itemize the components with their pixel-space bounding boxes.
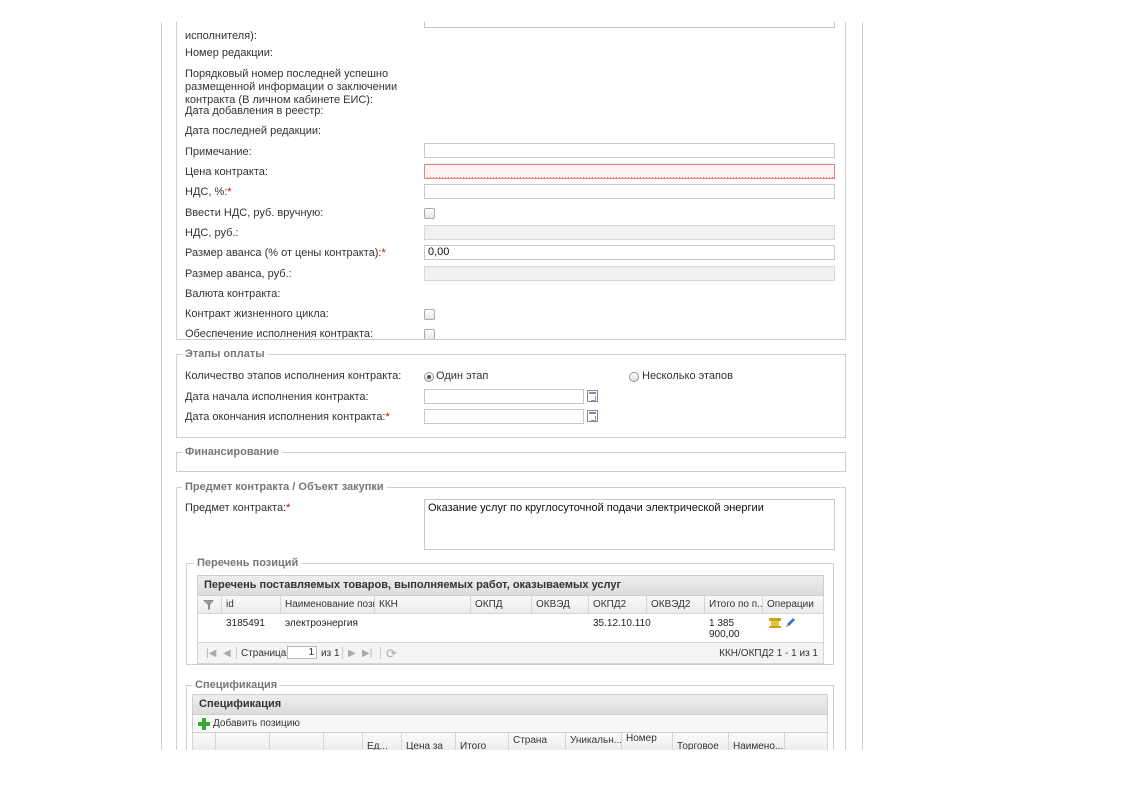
positions-filter-icon[interactable] — [198, 596, 222, 613]
page-number-input[interactable]: 1 — [287, 646, 317, 659]
col-name[interactable]: Наименование пози... — [281, 596, 375, 613]
spec-grid-title: Спецификация — [192, 694, 828, 715]
positions-grid-header: id Наименование пози... ККН ОКПД ОКВЭД О… — [197, 596, 824, 614]
required-marker: * — [286, 502, 291, 514]
last-page-icon[interactable]: ▶| — [362, 648, 372, 659]
spec-col-3[interactable] — [324, 733, 363, 750]
spec-col-2[interactable] — [270, 733, 324, 750]
subject-label: Предмет контракта:* — [185, 502, 291, 514]
stages-count-label: Количество этапов исполнения контракта: — [185, 370, 402, 382]
spec-col-1[interactable] — [216, 733, 270, 750]
edit-pencil-icon[interactable] — [784, 616, 796, 632]
financing-legend[interactable]: Финансирование — [182, 446, 283, 458]
page-label: Страница — [241, 648, 287, 659]
positions-grid-title: Перечень поставляемых товаров, выполняем… — [197, 575, 824, 596]
row-id: 3185491 — [226, 618, 265, 629]
many-stages-radio[interactable] — [629, 372, 639, 382]
end-date-input[interactable] — [424, 409, 584, 424]
spec-toolbar: Добавить позицию — [192, 715, 828, 733]
col-total[interactable]: Итого по п... — [705, 596, 763, 613]
payment-stages-legend: Этапы оплаты — [182, 348, 268, 360]
pager-summary: ККН/ОКПД2 1 - 1 из 1 — [719, 648, 818, 659]
spec-col-total[interactable]: Итого — [456, 733, 509, 750]
subject-legend: Предмет контракта / Объект закупки — [182, 481, 387, 493]
col-id[interactable]: id — [222, 596, 281, 613]
start-date-calendar-icon[interactable] — [587, 390, 598, 402]
many-stages-label[interactable]: Несколько этапов — [642, 370, 733, 383]
refresh-icon[interactable]: ⟳ — [386, 646, 397, 662]
view-details-icon[interactable] — [768, 617, 782, 632]
contract-info-group — [176, 22, 846, 340]
row-okpd2: 35.12.10.110 — [593, 618, 651, 629]
col-okved2[interactable]: ОКВЭД2 — [647, 596, 705, 613]
spec-legend: Спецификация — [192, 679, 281, 691]
start-date-input[interactable] — [424, 389, 584, 404]
col-okved[interactable]: ОКВЭД — [532, 596, 589, 613]
required-marker: * — [385, 411, 390, 423]
next-page-icon[interactable]: ▶ — [348, 648, 356, 659]
spec-col-name[interactable]: Наимено... — [729, 733, 785, 750]
col-kkn[interactable]: ККН — [375, 596, 471, 613]
contract-form-panel: исполнителя): Номер редакции: Порядковый… — [161, 22, 863, 750]
plus-icon — [198, 718, 210, 730]
positions-pager: |◀ ◀ Страница 1 из 1 ▶ ▶| ⟳ ККН/ОКПД2 1 … — [197, 642, 824, 664]
spec-col-country[interactable]: Страна — [509, 733, 566, 750]
end-date-label: Дата окончания исполнения контракта:* — [185, 411, 390, 423]
one-stage-label[interactable]: Один этап — [436, 370, 488, 383]
col-operations: Операции — [767, 599, 814, 610]
spec-grid-header: Ед... Цена за Итого Страна Уникальн... Н… — [192, 733, 828, 750]
col-okpd[interactable]: ОКПД — [471, 596, 532, 613]
spec-col-unit[interactable]: Ед... — [363, 733, 402, 750]
prev-page-icon[interactable]: ◀ — [223, 648, 231, 659]
table-row[interactable]: 3185491 электроэнергия 35.12.10.110 1 38… — [197, 614, 824, 642]
spec-col-unique[interactable]: Уникальн... — [566, 733, 622, 750]
positions-legend: Перечень позиций — [194, 557, 302, 569]
col-okpd2[interactable]: ОКПД2 — [589, 596, 647, 613]
spec-col-price[interactable]: Цена за — [402, 733, 456, 750]
add-position-button[interactable] — [197, 717, 211, 734]
one-stage-radio[interactable] — [424, 372, 434, 382]
row-name: электроэнергия — [285, 618, 358, 629]
spec-col-trade[interactable]: Торговое — [673, 733, 729, 750]
page-of-label: из 1 — [321, 648, 340, 659]
spec-col-0[interactable] — [193, 733, 216, 750]
spec-col-number[interactable]: Номер — [622, 733, 673, 750]
subject-textarea[interactable]: Оказание услуг по круглосуточной подачи … — [424, 499, 835, 550]
first-page-icon[interactable]: |◀ — [206, 648, 216, 659]
row-total-line2: 900,00 — [709, 629, 740, 640]
add-position-label[interactable]: Добавить позицию — [213, 718, 300, 729]
start-date-label: Дата начала исполнения контракта: — [185, 391, 369, 403]
end-date-calendar-icon[interactable] — [587, 410, 598, 422]
